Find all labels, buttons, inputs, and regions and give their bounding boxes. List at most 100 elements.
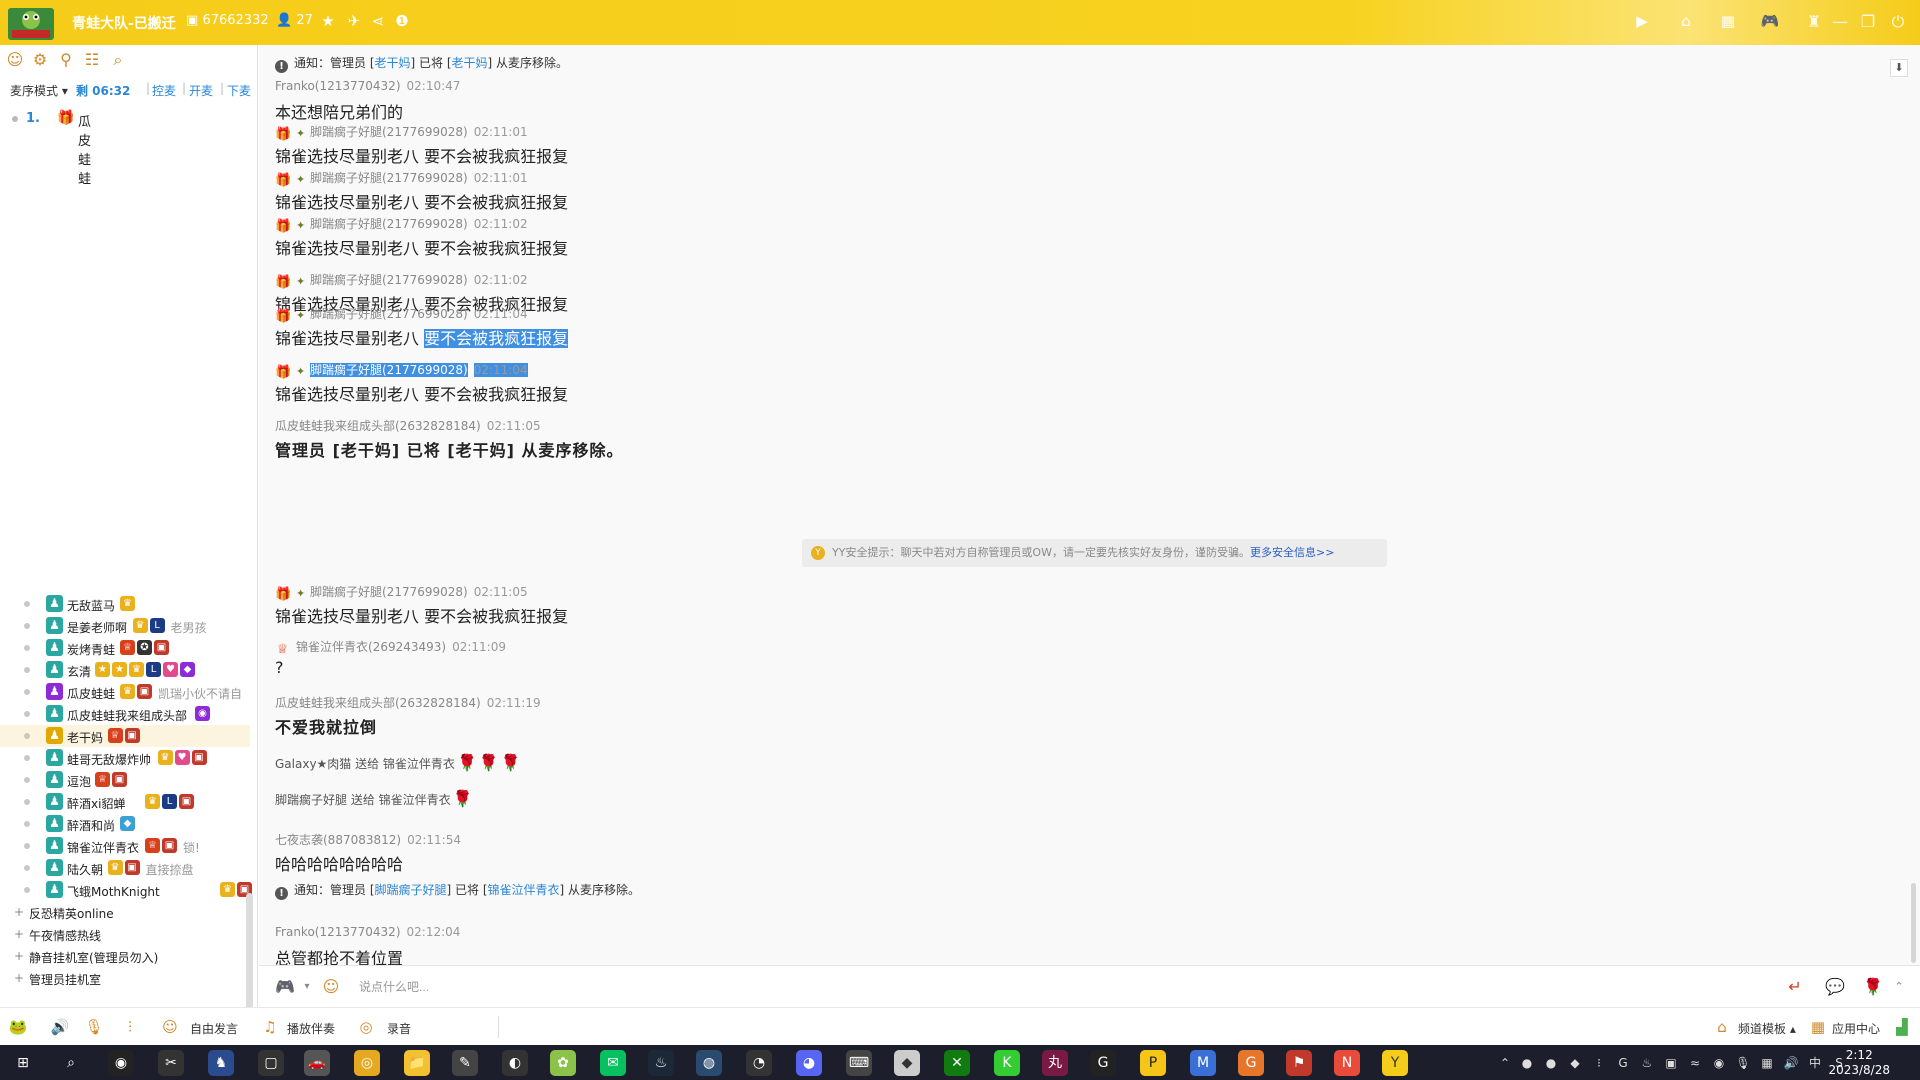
user-list-item[interactable]: ♟ 逗泡 ♕ ▣: [0, 769, 250, 791]
tray-expand-icon[interactable]: ⌃: [1496, 1054, 1514, 1072]
user-list-item[interactable]: ♟ 锦雀泣伴青衣 ♕ ▣ 锁!: [0, 835, 250, 857]
app-notes-icon[interactable]: ✎: [452, 1050, 478, 1076]
app-uplay-icon[interactable]: ◍: [696, 1050, 722, 1076]
app-keyboard-icon[interactable]: ⌨: [846, 1050, 872, 1076]
app-obs-icon[interactable]: ◉: [108, 1050, 134, 1076]
tray-mic-icon[interactable]: 🎙: [1734, 1054, 1752, 1072]
sender-name[interactable]: 瓜皮蛙蛙我来组成头部(2632828184): [275, 696, 481, 710]
expand-plus-icon[interactable]: +: [14, 905, 24, 919]
sender-name[interactable]: 脚踹瘸子好腿(2177699028): [310, 307, 468, 321]
user-list-item[interactable]: ♟ 玄清 ★ ★ ♛ L ♥ ◆: [0, 659, 250, 681]
grid-icon[interactable]: ▦: [1718, 11, 1738, 31]
restore-icon[interactable]: ❐: [1856, 10, 1880, 34]
tray-logitech-icon[interactable]: G: [1614, 1054, 1632, 1072]
user-link[interactable]: 老干妈: [375, 56, 411, 70]
sender-name[interactable]: Franko(1213770432): [275, 79, 401, 93]
user-list-item[interactable]: ♟ 是姜老师啊 ♛ L 老男孩: [0, 615, 250, 637]
user-list-item[interactable]: ♟ 陆久朝 ♛ ▣ 直接捺盘: [0, 857, 250, 879]
sender-name[interactable]: 脚踹瘸子好腿(2177699028): [310, 585, 468, 599]
app-kook-icon[interactable]: K: [994, 1050, 1020, 1076]
tray-yy-icon[interactable]: ●: [1518, 1054, 1536, 1072]
open-mic-button[interactable]: 开麦: [189, 82, 213, 99]
app-car-icon[interactable]: 🚗: [304, 1050, 330, 1076]
sender-name[interactable]: 脚踹瘸子好腿(2177699028): [310, 171, 468, 185]
home-icon[interactable]: ⌂: [1676, 11, 1696, 31]
info-icon[interactable]: ❶: [392, 11, 412, 31]
app-window-icon[interactable]: ▢: [258, 1050, 284, 1076]
app-capcut-icon[interactable]: ✂: [158, 1050, 184, 1076]
app-netease-icon[interactable]: N: [1334, 1050, 1360, 1076]
share-icon[interactable]: ⋖: [368, 11, 388, 31]
game-emoji-icon[interactable]: 🎮: [273, 976, 297, 998]
channel-template-button[interactable]: 频道模板 ▴: [1738, 1020, 1796, 1037]
video-icon[interactable]: ▶: [1632, 11, 1652, 31]
list-icon[interactable]: ☷: [82, 50, 102, 70]
expand-plus-icon[interactable]: +: [14, 927, 24, 941]
app-logitech-icon[interactable]: G: [1090, 1050, 1116, 1076]
settings-icon[interactable]: ⚙: [30, 50, 50, 70]
app-yy-icon[interactable]: Y: [1382, 1050, 1408, 1076]
app-wan-icon[interactable]: 丸: [1042, 1050, 1068, 1076]
app-steam-icon[interactable]: ♨: [648, 1050, 674, 1076]
sub-channel-item[interactable]: + 静音挂机室(管理员勿入): [0, 945, 250, 967]
tray-steam-icon[interactable]: ♨: [1638, 1054, 1656, 1072]
free-speak-label[interactable]: 自由发言: [190, 1020, 238, 1037]
minimize-icon[interactable]: —: [1828, 10, 1852, 34]
sub-channel-item[interactable]: + 反恐精英online: [0, 901, 250, 923]
user-list-item[interactable]: ♟ 飞蛾MothKnight ♛ ▣: [0, 879, 252, 901]
app-browser-icon[interactable]: ◐: [502, 1050, 528, 1076]
sender-name[interactable]: 锦雀泣伴青衣(269243493): [296, 640, 446, 654]
user-link[interactable]: 老干妈: [452, 56, 488, 70]
play-music-button[interactable]: 播放伴奏: [287, 1020, 335, 1037]
sender-name[interactable]: Franko(1213770432): [275, 925, 401, 939]
equalizer-icon[interactable]: ⫶: [120, 1017, 140, 1037]
app-g-icon[interactable]: G: [1238, 1050, 1264, 1076]
start-icon[interactable]: ⊞: [10, 1050, 36, 1076]
expand-plus-icon[interactable]: +: [14, 949, 24, 963]
tray-network-icon[interactable]: ▦: [1758, 1054, 1776, 1072]
chevron-up-icon[interactable]: ⌃: [1887, 976, 1911, 998]
user-list-item[interactable]: ♟ 醉酒和尚 ◆: [0, 813, 250, 835]
avatar-icon[interactable]: 🐸: [8, 1017, 28, 1037]
channel-logo[interactable]: [6, 2, 56, 42]
user-icon[interactable]: ☺: [5, 50, 25, 70]
search-icon[interactable]: ⌕: [108, 50, 128, 70]
chevron-down-icon[interactable]: ▾: [295, 976, 319, 998]
app-xbox-icon[interactable]: ✕: [944, 1050, 970, 1076]
user-link[interactable]: 锦雀泣伴青衣: [488, 883, 560, 897]
app-roblox-icon[interactable]: ◆: [894, 1050, 920, 1076]
mic-mode-dropdown[interactable]: 麦序模式 ▾: [10, 82, 68, 99]
sub-channel-item[interactable]: + 管理员挂机室: [0, 967, 250, 989]
tray-icon-3[interactable]: ◆: [1566, 1054, 1584, 1072]
record-icon[interactable]: ◎: [356, 1017, 376, 1037]
tray-icon-4[interactable]: ⁝: [1590, 1054, 1608, 1072]
taskbar-clock[interactable]: 2:12 2023/8/28: [1828, 1048, 1890, 1078]
app-center-button[interactable]: 应用中心: [1832, 1020, 1880, 1037]
tray-monitor-icon[interactable]: ▣: [1662, 1054, 1680, 1072]
speaker-icon[interactable]: 🔊: [50, 1017, 70, 1037]
user-link[interactable]: 脚踹瘸子好腿: [375, 883, 447, 897]
app-chrome-icon[interactable]: ◎: [354, 1050, 380, 1076]
gamepad-icon[interactable]: 🎮: [1760, 11, 1780, 31]
skin-icon[interactable]: ♜: [1802, 10, 1826, 34]
tray-ime-icon[interactable]: 中: [1806, 1054, 1824, 1072]
tray-volume-icon[interactable]: 🔊: [1782, 1054, 1800, 1072]
user-list-item[interactable]: ♟ 蛙哥无敌爆炸帅 ♛ ♥ ▣: [0, 747, 250, 769]
plane-icon[interactable]: ✈: [344, 11, 364, 31]
chat-input[interactable]: [359, 974, 1359, 1000]
user-list-item[interactable]: ♟ 瓜皮蛙蛙 ♛ ▣ 凯瑞小伙不请自: [0, 681, 250, 703]
sender-name[interactable]: 脚踹瘸子好腿(2177699028): [310, 217, 468, 231]
location-icon[interactable]: ⚲: [56, 50, 76, 70]
leave-mic-button[interactable]: 下麦: [227, 82, 251, 99]
sender-name[interactable]: 脚踹瘸子好腿(2177699028): [310, 125, 468, 139]
free-speak-icon[interactable]: ☺: [160, 1017, 180, 1037]
record-button[interactable]: 录音: [387, 1020, 411, 1037]
app-grid-icon[interactable]: ▦: [1808, 1017, 1828, 1037]
taskbar-search-icon[interactable]: ⌕: [58, 1050, 84, 1076]
app-folder-icon[interactable]: 📁: [404, 1050, 430, 1076]
home-template-icon[interactable]: ⌂: [1712, 1017, 1732, 1037]
send-icon[interactable]: ↵: [1783, 976, 1807, 998]
online-count[interactable]: 👤 27: [276, 13, 313, 28]
app-wechat-icon[interactable]: ✉: [600, 1050, 626, 1076]
scroll-to-bottom-button[interactable]: ⬇: [1890, 59, 1908, 77]
